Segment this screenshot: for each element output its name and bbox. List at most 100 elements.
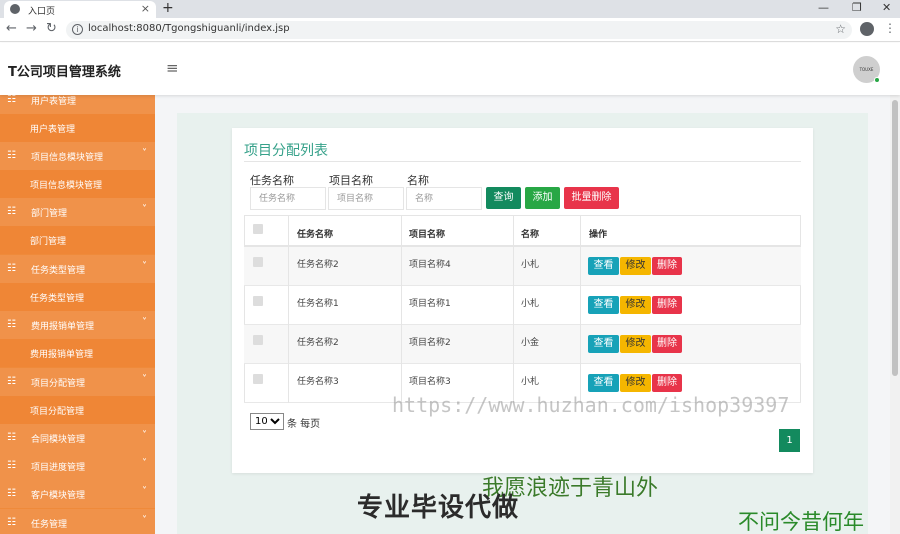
list-icon: ☷	[7, 432, 16, 443]
online-status-icon	[874, 77, 880, 83]
sidebar-group[interactable]: ☷ ˅ 客户模块管理	[0, 480, 155, 508]
table-header-row: 任务名称 项目名称 名称 操作	[244, 215, 801, 247]
name-input[interactable]	[406, 187, 482, 210]
cell-name: 小札	[521, 377, 540, 387]
sidebar-group[interactable]: ☷ ˅ 项目分配管理	[0, 368, 155, 396]
column-divider	[513, 215, 514, 403]
star-icon[interactable]: ☆	[835, 22, 846, 36]
delete-button[interactable]: 删除	[652, 335, 682, 353]
cell-name: 小金	[521, 338, 540, 348]
url-text[interactable]: localhost:8080/Tgongshiguanli/index.jsp	[88, 23, 290, 34]
edit-button[interactable]: 修改	[620, 335, 651, 353]
cell-name: 小札	[521, 299, 540, 309]
sidebar: ☷ ˅ 用户表管理 用户表管理 ☷ ˅ 项目信息模块管理 项目信息模块管理 ☷ ˅ 部门管理 部门管理…	[0, 89, 155, 534]
select-all-checkbox[interactable]	[253, 224, 263, 234]
info-icon[interactable]: i	[72, 24, 83, 35]
chevron-down-icon: ˅	[142, 261, 147, 272]
column-divider	[401, 215, 402, 403]
row-checkbox[interactable]	[253, 335, 263, 345]
sidebar-item-label: 项目进度管理	[31, 463, 86, 473]
page-size-label: 条 每页	[287, 419, 321, 430]
sidebar-group[interactable]: ☷ ˅ 项目信息模块管理	[0, 142, 155, 170]
sidebar-item[interactable]: 项目分配管理	[0, 396, 155, 424]
header-task-name: 任务名称	[297, 230, 334, 240]
close-window-icon[interactable]: ✕	[882, 1, 891, 14]
project-name-label: 项目名称	[329, 174, 373, 187]
view-button[interactable]: 查看	[588, 296, 619, 314]
task-name-input[interactable]	[250, 187, 326, 210]
sidebar-item[interactable]: 部门管理	[0, 226, 155, 254]
page-size-select[interactable]: 10	[250, 413, 284, 430]
chevron-down-icon: ˅	[142, 374, 147, 385]
sidebar-item[interactable]: 项目信息模块管理	[0, 170, 155, 198]
sidebar-group[interactable]: ☷ ˅ 任务管理	[0, 509, 155, 534]
column-divider	[580, 215, 581, 403]
list-icon: ☷	[7, 94, 16, 105]
sidebar-item[interactable]: 用户表管理	[0, 114, 155, 142]
delete-button[interactable]: 删除	[652, 257, 682, 275]
batch-delete-button[interactable]: 批量删除	[564, 187, 619, 209]
delete-button[interactable]: 删除	[652, 296, 682, 314]
edit-button[interactable]: 修改	[620, 374, 651, 392]
table-row: 任务名称2 项目名称4 小札 查看 修改 删除	[244, 247, 801, 286]
address-bar[interactable]: i localhost:8080/Tgongshiguanli/index.js…	[66, 21, 852, 39]
page-number-button[interactable]: 1	[779, 429, 800, 452]
profile-icon[interactable]	[860, 22, 874, 36]
row-checkbox[interactable]	[253, 296, 263, 306]
view-button[interactable]: 查看	[588, 257, 619, 275]
sidebar-group[interactable]: ☷ ˅ 项目进度管理	[0, 452, 155, 480]
browser-tab[interactable]: 入口页 ×	[4, 1, 156, 18]
back-icon[interactable]: ←	[6, 21, 17, 36]
sidebar-item-label: 费用报销单管理	[31, 322, 95, 332]
sidebar-item[interactable]: 任务类型管理	[0, 283, 155, 311]
sidebar-item-label: 项目信息模块管理	[30, 181, 103, 191]
sidebar-item-label: 客户模块管理	[31, 491, 86, 501]
scrollbar-thumb[interactable]	[892, 100, 898, 376]
list-icon: ☷	[7, 517, 16, 528]
minimize-icon[interactable]: —	[818, 1, 829, 14]
sidebar-group[interactable]: ☷ ˅ 费用报销单管理	[0, 311, 155, 339]
sidebar-item-label: 部门管理	[30, 237, 67, 247]
search-button[interactable]: 查询	[486, 187, 521, 209]
sidebar-group[interactable]: ☷ ˅ 合同模块管理	[0, 424, 155, 452]
list-icon: ☷	[7, 319, 16, 330]
task-name-label: 任务名称	[250, 174, 294, 187]
list-icon: ☷	[7, 488, 16, 499]
chevron-down-icon: ˅	[142, 148, 147, 159]
chevron-down-icon: ˅	[142, 515, 147, 526]
sidebar-item-label: 项目分配管理	[30, 407, 85, 417]
add-button[interactable]: 添加	[525, 187, 560, 209]
list-icon: ☷	[7, 460, 16, 471]
project-name-input[interactable]	[328, 187, 404, 210]
sidebar-item-label: 项目信息模块管理	[31, 153, 104, 163]
sidebar-item-label: 合同模块管理	[31, 435, 86, 445]
header-actions: 操作	[589, 230, 608, 240]
sidebar-item-label: 用户表管理	[31, 97, 77, 107]
edit-button[interactable]: 修改	[620, 257, 651, 275]
cell-task-name: 任务名称2	[297, 338, 339, 348]
sidebar-item-label: 任务类型管理	[30, 294, 85, 304]
sidebar-item-label: 费用报销单管理	[30, 350, 94, 360]
view-button[interactable]: 查看	[588, 374, 619, 392]
view-button[interactable]: 查看	[588, 335, 619, 353]
watermark-line-2: 专业毕设代做	[357, 493, 520, 523]
row-checkbox[interactable]	[253, 257, 263, 267]
new-tab-icon[interactable]: +	[162, 0, 174, 16]
table-row: 任务名称1 项目名称1 小札 查看 修改 删除	[244, 286, 801, 325]
sidebar-group[interactable]: ☷ ˅ 任务类型管理	[0, 255, 155, 283]
edit-button[interactable]: 修改	[620, 296, 651, 314]
app-header: T公司项目管理系统 ≡ TOUXE	[0, 43, 900, 95]
delete-button[interactable]: 删除	[652, 374, 682, 392]
restore-icon[interactable]: ❐	[852, 1, 862, 14]
chevron-down-icon: ˅	[142, 204, 147, 215]
chevron-down-icon: ˅	[142, 430, 147, 441]
forward-icon[interactable]: →	[26, 21, 37, 36]
tab-close-icon[interactable]: ×	[141, 2, 150, 15]
row-checkbox[interactable]	[253, 374, 263, 384]
sidebar-item-label: 项目分配管理	[31, 379, 86, 389]
sidebar-item[interactable]: 费用报销单管理	[0, 339, 155, 367]
hamburger-icon[interactable]: ≡	[166, 59, 179, 77]
browser-menu-icon[interactable]: ⋮	[884, 21, 896, 35]
reload-icon[interactable]: ↻	[46, 21, 57, 36]
sidebar-group[interactable]: ☷ ˅ 部门管理	[0, 198, 155, 226]
